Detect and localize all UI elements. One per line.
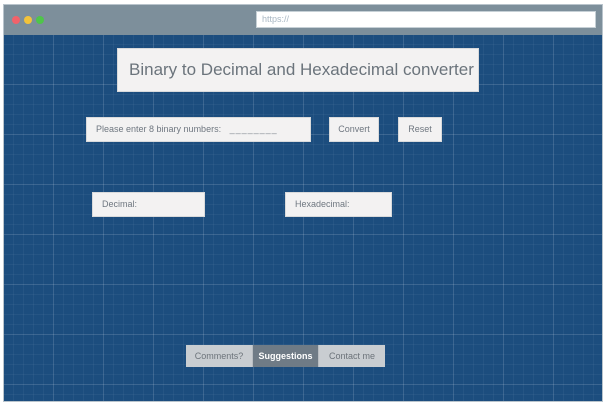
page-title: Binary to Decimal and Hexadecimal conver… <box>117 48 479 92</box>
decimal-output: Decimal: <box>92 192 205 217</box>
maximize-window-icon[interactable] <box>36 16 44 24</box>
minimize-window-icon[interactable] <box>24 16 32 24</box>
page-canvas: Binary to Decimal and Hexadecimal conver… <box>4 35 602 401</box>
convert-button[interactable]: Convert <box>329 117 379 142</box>
browser-window: https:// Binary to Decimal and Hexadecim… <box>3 4 603 402</box>
hexadecimal-output: Hexadecimal: <box>285 192 392 217</box>
browser-titlebar: https:// <box>4 5 602 35</box>
decimal-label: Decimal: <box>102 199 138 209</box>
suggestions-button[interactable]: Suggestions <box>253 345 319 367</box>
binary-input-field[interactable]: Please enter 8 binary numbers: ________ <box>86 117 311 142</box>
comments-button[interactable]: Comments? <box>186 345 253 367</box>
address-bar[interactable]: https:// <box>256 11 596 28</box>
reset-button[interactable]: Reset <box>398 117 442 142</box>
footer-nav: Comments? Suggestions Contact me <box>186 345 385 367</box>
binary-input-label: Please enter 8 binary numbers: <box>96 124 222 134</box>
hexadecimal-label: Hexadecimal: <box>295 199 350 209</box>
contact-me-button[interactable]: Contact me <box>319 345 385 367</box>
close-window-icon[interactable] <box>12 16 20 24</box>
binary-input-mask[interactable]: ________ <box>230 124 278 134</box>
